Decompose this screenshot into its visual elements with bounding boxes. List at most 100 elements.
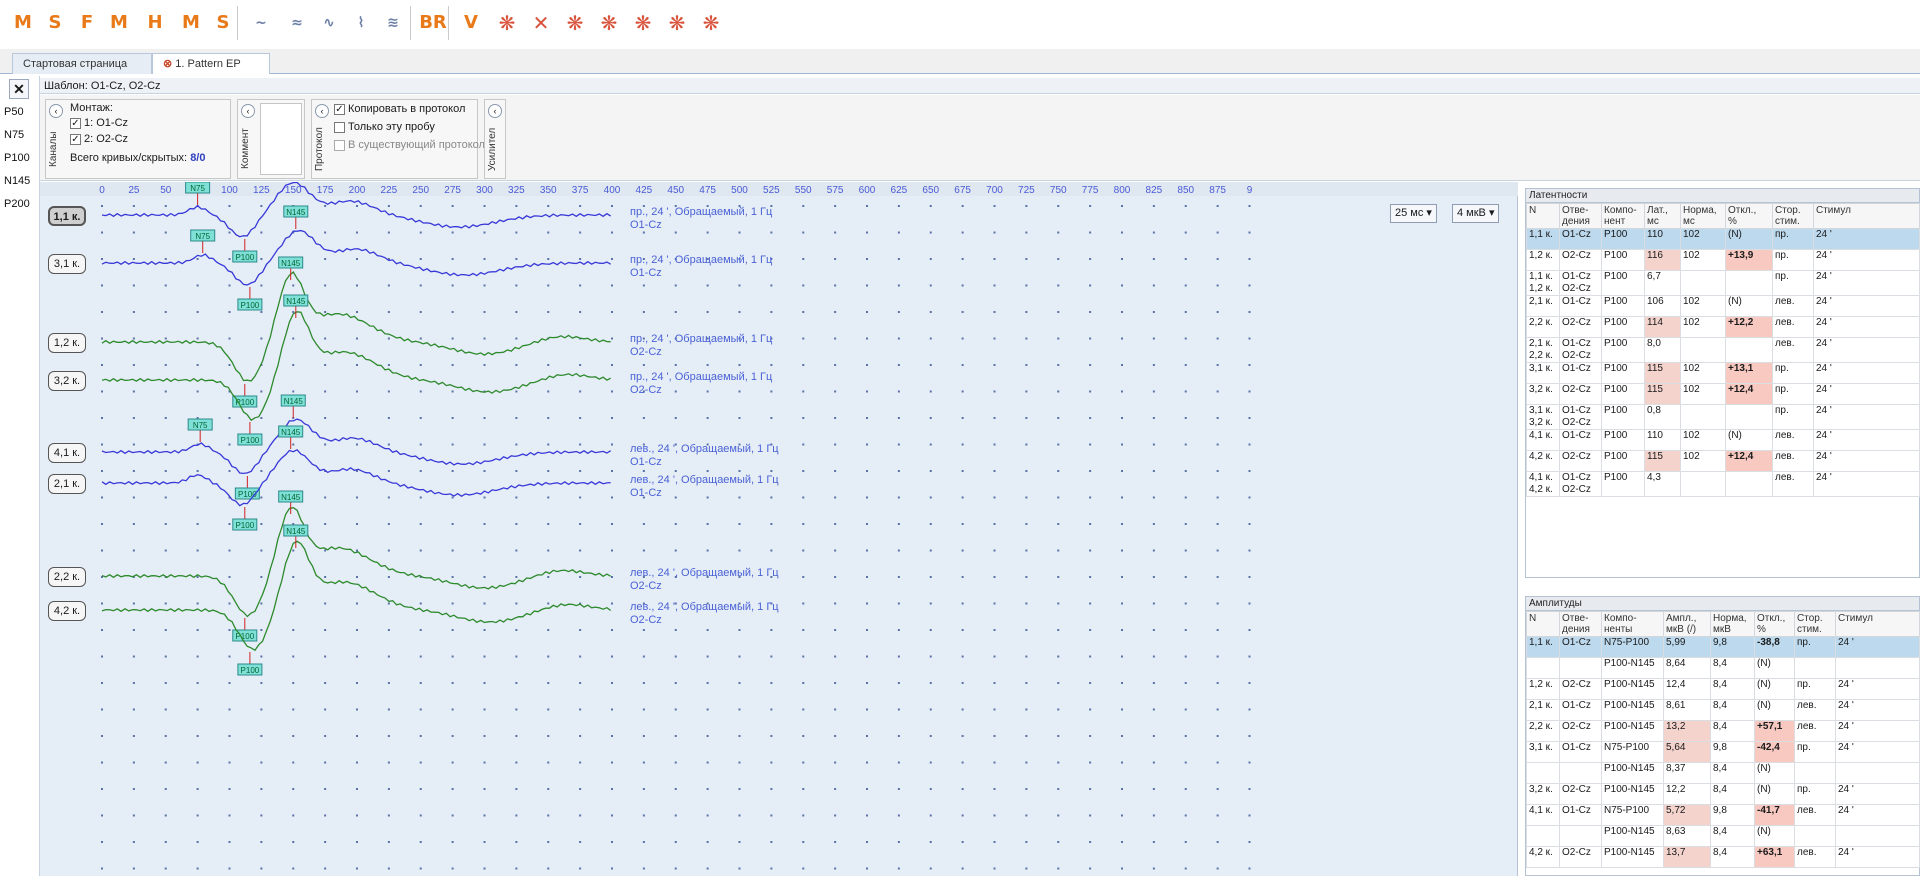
magnetic-stim-icon[interactable]: M [104,8,134,38]
collapse-icon[interactable]: ‹ [49,104,63,118]
brain-ssep-icon[interactable]: ❋ [628,8,658,38]
component-p100[interactable]: P100 [4,152,30,164]
only-this-test-checkbox[interactable]: Только эту пробу [334,121,435,133]
table-row[interactable]: 2,1 к. O1-Cz P100-N145 8,61 8,4 (N) лев. 24 ' [1526,699,1920,721]
grid-dot [611,788,613,790]
table-row[interactable]: P100-N145 8,63 8,4 (N) [1526,825,1920,847]
trace-label-button[interactable]: 1,1 к. [48,206,86,226]
component-p200[interactable]: P200 [4,198,30,210]
column-header[interactable]: Норма, мкВ [1710,611,1755,637]
brain-flash-icon[interactable]: ❋ [560,8,590,38]
trace-label-button[interactable]: 2,2 к. [48,567,86,587]
table-row[interactable]: 1,1 к. O1-Cz N75-P100 5,99 9,8 -38,8 пр. 24 ' [1526,636,1920,658]
trace-label-button[interactable]: 3,1 к. [48,254,86,274]
grid-dot [1025,761,1028,764]
column-header[interactable]: Отве-дения [1559,203,1602,229]
grid-dot [897,284,900,287]
table-row[interactable]: 3,1 к. O1-Cz P100 115 102 +13,1 пр. 24 ' [1526,362,1920,384]
table-row[interactable]: 2,1 к. 2,2 к. O1-Cz O2-Cz P100 8,0 лев. 24 ' [1526,337,1920,363]
f-wave-icon[interactable]: F [72,8,102,38]
close-button[interactable]: ✕ [9,79,29,99]
motor-unit-icon[interactable]: M [176,8,206,38]
column-header[interactable]: Лат., мс [1644,203,1681,229]
column-header[interactable]: Норма, мс [1680,203,1726,229]
column-header[interactable]: Компо-ненты [1601,611,1664,637]
ep-plot-area[interactable]: 0255075100125150175200225250275300325350… [40,182,1518,876]
table-row[interactable]: 1,2 к. O2-Cz P100 116 102 +13,9 пр. 24 ' [1526,249,1920,271]
table-row[interactable]: P100-N145 8,37 8,4 (N) [1526,762,1920,784]
channel-2-checkbox[interactable]: ✓ 2: O2-Cz [70,133,128,145]
trace-label-button[interactable]: 4,1 к. [48,443,86,463]
column-header[interactable]: N [1526,611,1560,637]
table-row[interactable]: 4,2 к. O2-Cz P100 115 102 +12,4 лев. 24 ' [1526,450,1920,472]
table-row[interactable]: 3,1 к. O1-Cz N75-P100 5,64 9,8 -42,4 пр. 24 ' [1526,741,1920,763]
emg4-icon[interactable]: ≋ [378,8,408,38]
grid-dot [419,655,422,658]
amplitude-scale-dropdown[interactable]: 4 мкВ ▾ [1452,204,1500,223]
copy-to-protocol-checkbox[interactable]: ✓ Копировать в протокол [334,103,465,115]
table-row[interactable]: 2,2 к. O2-Cz P100 114 102 +12,2 лев. 24 ' [1526,316,1920,338]
brain-p300-icon[interactable]: ❋ [662,8,692,38]
brain-pattern-icon[interactable]: ✕ [526,8,556,38]
table-row[interactable]: 4,1 к. O1-Cz P100 110 102 (N) лев. 24 ' [1526,429,1920,451]
collapse-icon[interactable]: ‹ [241,104,255,118]
sensory-ep-icon[interactable]: S [40,8,70,38]
table-row[interactable]: P100-N145 8,64 8,4 (N) [1526,657,1920,679]
trace-label-button[interactable]: 2,1 к. [48,474,86,494]
table-row[interactable]: 2,2 к. O2-Cz P100-N145 13,2 8,4 +57,1 лев. 24 ' [1526,720,1920,742]
motor-ep-icon[interactable]: M [8,8,38,38]
component-n145[interactable]: N145 [4,175,30,187]
grid-dot [260,576,263,578]
tab-pattern-ep[interactable]: ⊗ 1. Pattern EP [152,53,270,74]
ep-traces-canvas[interactable]: 0255075100125150175200225250275300325350… [40,182,1518,876]
column-header[interactable]: Откл.,% [1754,611,1795,637]
table-row[interactable]: 4,1 к. O1-Cz N75-P100 5,72 9,8 -41,7 лев. 24 ' [1526,804,1920,826]
emg3-icon[interactable]: ⌇ [346,8,376,38]
sensory-unit-icon[interactable]: S [208,8,238,38]
table-row[interactable]: 4,2 к. O2-Cz P100-N145 13,7 8,4 +63,1 лев. 24 ' [1526,846,1920,868]
grid-dot [611,867,613,870]
table-row[interactable]: 4,1 к. 4,2 к. O1-Cz O2-Cz P100 4,3 лев. 24 ' [1526,471,1920,497]
column-header[interactable]: Компо-нент [1601,203,1645,229]
column-header[interactable]: Стимул [1835,611,1920,637]
tab-start-page[interactable]: Стартовая страница [12,53,152,74]
blink-reflex-icon[interactable]: BR [418,8,448,38]
brain-ep-icon[interactable]: ❋ [492,8,522,38]
table-row[interactable]: 3,1 к. 3,2 к. O1-Cz O2-Cz P100 0,8 пр. 24 ' [1526,404,1920,430]
comment-textarea[interactable] [260,103,302,175]
column-header[interactable]: Стор. стим. [1794,611,1836,637]
trace-label-button[interactable]: 1,2 к. [48,333,86,353]
grid-dot [738,364,741,366]
emg2-icon[interactable]: ∿ [314,8,344,38]
collapse-icon[interactable]: ‹ [315,104,329,118]
table-row[interactable]: 3,2 к. O2-Cz P100 115 102 +12,4 пр. 24 ' [1526,383,1920,405]
wave-icon[interactable]: ~ [246,8,276,38]
grid-dot [1216,496,1219,499]
grid-dot [515,284,518,287]
existing-protocol-checkbox[interactable]: В существующий протокол [334,139,485,151]
column-header[interactable]: N [1526,203,1560,229]
trace-label-button[interactable]: 3,2 к. [48,371,86,391]
table-row[interactable]: 1,1 к. 1,2 к. O1-Cz O2-Cz P100 6,7 пр. 24 ' [1526,270,1920,296]
brain-cnv-icon[interactable]: ❋ [696,8,726,38]
column-header[interactable]: Ампл., мкВ (/) [1663,611,1711,637]
column-header[interactable]: Отве-дения [1559,611,1602,637]
grid-dot [356,629,358,631]
table-row[interactable]: 3,2 к. O2-Cz P100-N145 12,2 8,4 (N) пр. 24 ' [1526,783,1920,805]
time-scale-dropdown[interactable]: 25 мс ▾ [1390,204,1437,223]
component-n75[interactable]: N75 [4,129,24,141]
column-header[interactable]: Откл.,% [1725,203,1773,229]
trace-label-button[interactable]: 4,2 к. [48,601,86,621]
column-header[interactable]: Стимул [1813,203,1920,229]
emg-icon[interactable]: ≈ [282,8,312,38]
h-reflex-icon[interactable]: H [140,8,170,38]
table-row[interactable]: 1,1 к. O1-Cz P100 110 102 (N) пр. 24 ' [1526,228,1920,250]
vep-icon[interactable]: V [456,8,486,38]
column-header[interactable]: Стор. стим. [1772,203,1814,229]
table-row[interactable]: 1,2 к. O2-Cz P100-N145 12,4 8,4 (N) пр. 24 ' [1526,678,1920,700]
brain-aep-icon[interactable]: ❋ [594,8,624,38]
channel-1-checkbox[interactable]: ✓ 1: O1-Cz [70,117,128,129]
table-row[interactable]: 2,1 к. O1-Cz P100 106 102 (N) лев. 24 ' [1526,295,1920,317]
component-p50[interactable]: P50 [4,106,24,118]
collapse-icon[interactable]: ‹ [488,104,502,118]
